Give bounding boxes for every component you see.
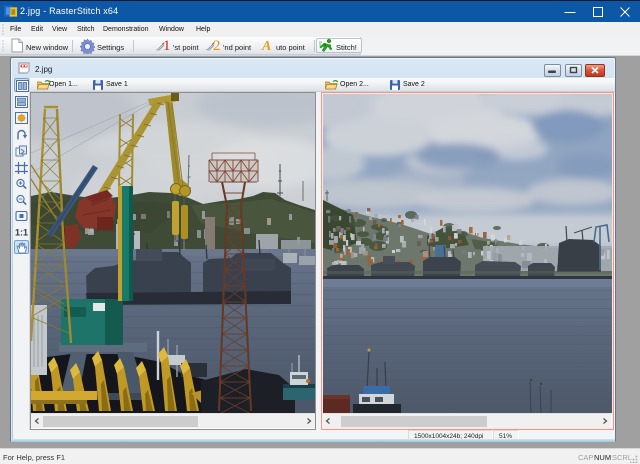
svg-text:1:1: 1:1 (15, 228, 28, 238)
